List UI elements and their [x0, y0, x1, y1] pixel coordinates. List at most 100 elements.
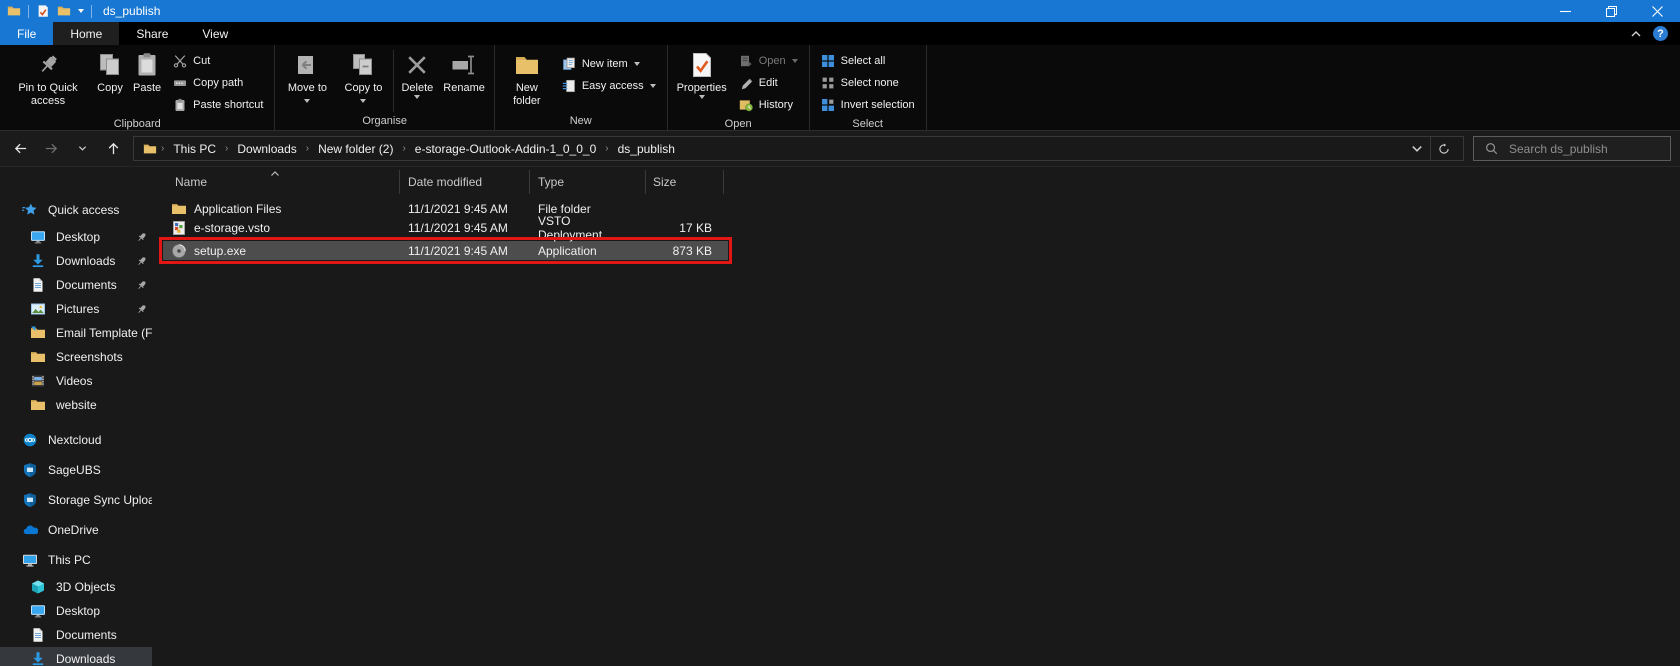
- sidebar-item-documents[interactable]: Documents: [0, 273, 152, 297]
- help-icon[interactable]: ?: [1653, 26, 1668, 41]
- pin-icon: [135, 255, 148, 268]
- desktop-icon: [30, 603, 46, 619]
- sidebar-item-onedrive[interactable]: OneDrive: [0, 515, 152, 545]
- dropdown-caret-icon: [414, 95, 420, 99]
- search-input[interactable]: [1507, 141, 1666, 157]
- sidebar-item-website[interactable]: website: [0, 393, 152, 417]
- sidebar-item-this-pc[interactable]: This PC: [0, 545, 152, 575]
- sidebar-item-3d-objects[interactable]: 3D Objects: [0, 575, 152, 599]
- folder-icon[interactable]: [57, 4, 71, 18]
- sidebar-item-downloads[interactable]: Downloads: [0, 647, 152, 666]
- paste-button[interactable]: Paste: [128, 48, 166, 97]
- properties-button[interactable]: Properties: [672, 48, 732, 101]
- up-button[interactable]: [102, 138, 124, 160]
- copy-icon: [97, 52, 123, 78]
- vsto-icon: [171, 220, 187, 236]
- forward-button[interactable]: [40, 138, 62, 160]
- download-icon: [30, 253, 46, 269]
- search-box[interactable]: [1473, 136, 1671, 161]
- close-button[interactable]: [1634, 0, 1680, 22]
- sidebar-item-storage-sync-upload[interactable]: Storage Sync Upload: [0, 485, 152, 515]
- forward-icon: [44, 141, 59, 156]
- sidebar-item-desktop[interactable]: Desktop: [0, 225, 152, 249]
- select-all-button[interactable]: Select all: [818, 51, 918, 70]
- invert-selection-button[interactable]: Invert selection: [818, 95, 918, 114]
- pin-to-quick-access-button[interactable]: Pin to Quick access: [4, 48, 92, 110]
- toolbar-dropdown-icon[interactable]: [78, 9, 84, 13]
- edit-button[interactable]: Edit: [736, 73, 801, 92]
- sidebar-item-label: Desktop: [56, 604, 100, 618]
- tab-home[interactable]: Home: [53, 22, 119, 45]
- paste-shortcut-button[interactable]: Paste shortcut: [170, 95, 266, 114]
- rename-button[interactable]: Rename: [438, 48, 490, 97]
- sidebar-item-downloads[interactable]: Downloads: [0, 249, 152, 273]
- column-header-date-modified[interactable]: Date modified: [400, 170, 530, 194]
- group-label-clipboard: Clipboard: [0, 117, 274, 131]
- file-row-setup-exe[interactable]: setup.exe11/1/2021 9:45 AMApplication873…: [163, 241, 728, 260]
- date-modified: 11/1/2021 9:45 AM: [400, 244, 530, 258]
- navigation-pane: Quick accessDesktopDownloadsDocumentsPic…: [0, 167, 152, 666]
- sidebar-item-quick-access[interactable]: Quick access: [0, 195, 152, 225]
- recent-locations-button[interactable]: [71, 138, 93, 160]
- sidebar-item-label: Quick access: [48, 203, 119, 217]
- folder-icon[interactable]: [7, 4, 21, 18]
- sidebar-item-label: Documents: [56, 628, 117, 642]
- sidebar-item-videos[interactable]: Videos: [0, 369, 152, 393]
- copy-button[interactable]: Copy: [92, 48, 128, 97]
- file-name: Application Files: [194, 202, 281, 216]
- file-size: 17 KB: [646, 221, 724, 235]
- address-input[interactable]: ›This PC›Downloads›New folder (2)›e-stor…: [133, 136, 1464, 161]
- restore-button[interactable]: [1588, 0, 1634, 22]
- file-size: 873 KB: [646, 244, 724, 258]
- tab-file[interactable]: File: [0, 22, 53, 45]
- sidebar-item-pictures[interactable]: Pictures: [0, 297, 152, 321]
- new-folder-button[interactable]: New folder: [499, 48, 555, 110]
- cut-button[interactable]: Cut: [170, 51, 266, 70]
- pin-icon: [135, 279, 148, 292]
- copy-to-button[interactable]: Copy to: [335, 48, 391, 110]
- sidebar-item-screenshots[interactable]: Screenshots: [0, 345, 152, 369]
- sidebar-item-desktop[interactable]: Desktop: [0, 599, 152, 623]
- collapse-ribbon-icon[interactable]: [1630, 28, 1642, 40]
- open-button[interactable]: Open: [736, 51, 801, 70]
- column-header-size[interactable]: Size: [646, 170, 724, 194]
- select-none-icon: [821, 76, 835, 90]
- copy-path-button[interactable]: Copy path: [170, 73, 266, 92]
- minimize-button[interactable]: [1542, 0, 1588, 22]
- back-button[interactable]: [9, 138, 31, 160]
- move-to-button[interactable]: Move to: [279, 48, 335, 110]
- sidebar-item-label: Screenshots: [56, 350, 123, 364]
- folderlink-icon: [30, 325, 46, 341]
- select-all-icon: [821, 54, 835, 68]
- document-icon: [30, 627, 46, 643]
- breadcrumb-item-downloads[interactable]: Downloads: [229, 142, 304, 156]
- sidebar-item-documents[interactable]: Documents: [0, 623, 152, 647]
- copy-path-icon: [173, 76, 187, 90]
- delete-button[interactable]: Delete: [396, 48, 438, 101]
- sidebar-item-email-template-flo[interactable]: Email Template (Flo: [0, 321, 152, 345]
- refresh-button[interactable]: [1431, 137, 1457, 160]
- sidebar-item-sageubs[interactable]: SageUBS: [0, 455, 152, 485]
- sidebar-item-label: OneDrive: [48, 523, 99, 537]
- breadcrumb-item-e-storage-outlook-addin-1-0-0-0[interactable]: e-storage-Outlook-Addin-1_0_0_0: [407, 142, 604, 156]
- breadcrumb-item-new-folder-2[interactable]: New folder (2): [310, 142, 401, 156]
- up-arrow-icon: [106, 141, 121, 156]
- breadcrumb-item-this-pc[interactable]: This PC: [165, 142, 224, 156]
- address-dropdown-button[interactable]: [1404, 137, 1430, 160]
- sidebar-item-nextcloud[interactable]: Nextcloud: [0, 425, 152, 455]
- properties-icon[interactable]: [36, 4, 50, 18]
- paste-shortcut-icon: [173, 98, 187, 112]
- column-header-type[interactable]: Type: [530, 170, 646, 194]
- tab-share[interactable]: Share: [119, 22, 185, 45]
- ribbon-group-clipboard: Pin to Quick access Copy Paste Cut Copy …: [0, 45, 275, 130]
- tab-view[interactable]: View: [185, 22, 245, 45]
- history-button[interactable]: History: [736, 95, 801, 114]
- breadcrumb-item-ds-publish[interactable]: ds_publish: [610, 142, 683, 156]
- new-item-button[interactable]: New item: [559, 54, 659, 73]
- folder-icon: [30, 349, 46, 365]
- new-item-icon: [562, 57, 576, 71]
- sidebar-item-label: Pictures: [56, 302, 99, 316]
- file-row-e-storage-vsto[interactable]: e-storage.vsto11/1/2021 9:45 AMVSTO Depl…: [163, 218, 728, 237]
- select-none-button[interactable]: Select none: [818, 73, 918, 92]
- easy-access-button[interactable]: Easy access: [559, 76, 659, 95]
